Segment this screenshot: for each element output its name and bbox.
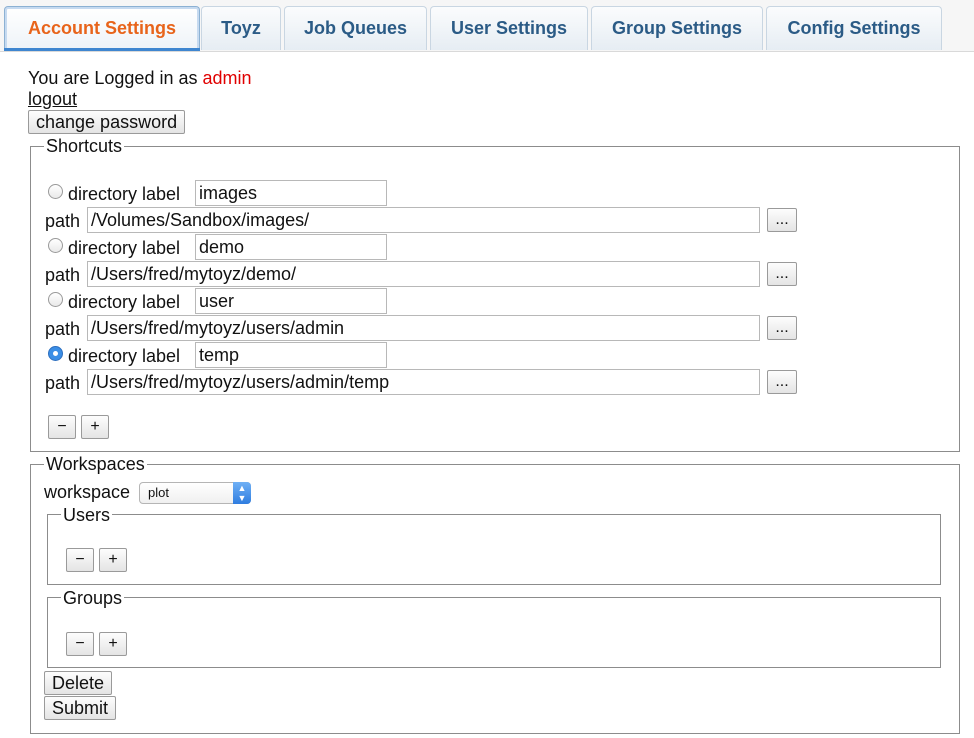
tab-account-settings[interactable]: Account Settings bbox=[4, 6, 200, 50]
logged-in-line: You are Logged in as admin bbox=[28, 68, 252, 88]
groups-legend: Groups bbox=[61, 588, 125, 608]
change-password-button[interactable]: change password bbox=[28, 110, 186, 134]
select-arrows-icon: ▲ ▼ bbox=[233, 482, 251, 504]
remove-user-button[interactable]: − bbox=[66, 548, 94, 572]
logout-link[interactable]: logout bbox=[28, 89, 77, 109]
tab-job-queues[interactable]: Job Queues bbox=[284, 6, 427, 50]
tab-bar: Account Settings Toyz Job Queues User Se… bbox=[0, 0, 974, 52]
remove-shortcut-button[interactable]: − bbox=[48, 415, 76, 439]
browse-button[interactable]: ... bbox=[767, 370, 797, 394]
shortcut-radio-images[interactable] bbox=[48, 184, 63, 199]
tab-toyz[interactable]: Toyz bbox=[201, 6, 281, 50]
add-group-button[interactable]: + bbox=[99, 632, 127, 656]
logged-in-prefix: You are Logged in as bbox=[28, 68, 198, 88]
shortcut-label-input[interactable]: user bbox=[195, 288, 387, 314]
path-label-text: path bbox=[45, 319, 81, 339]
directory-label-text: directory label bbox=[68, 346, 181, 366]
users-fieldset bbox=[47, 514, 941, 585]
add-shortcut-button[interactable]: + bbox=[81, 415, 109, 439]
shortcut-label-input[interactable]: images bbox=[195, 180, 387, 206]
directory-label-text: directory label bbox=[68, 292, 181, 312]
browse-button[interactable]: ... bbox=[767, 262, 797, 286]
browse-button[interactable]: ... bbox=[767, 208, 797, 232]
tab-user-settings[interactable]: User Settings bbox=[430, 6, 588, 50]
shortcut-radio-temp[interactable] bbox=[48, 346, 63, 361]
path-label-text: path bbox=[45, 373, 81, 393]
users-legend: Users bbox=[61, 505, 113, 525]
shortcut-path-input[interactable]: /Users/fred/mytoyz/users/admin/temp bbox=[87, 369, 760, 395]
username: admin bbox=[202, 68, 252, 88]
shortcut-radio-demo[interactable] bbox=[48, 238, 63, 253]
groups-fieldset bbox=[47, 597, 941, 668]
shortcut-path-input[interactable]: /Volumes/Sandbox/images/ bbox=[87, 207, 760, 233]
shortcut-path-input[interactable]: /Users/fred/mytoyz/demo/ bbox=[87, 261, 760, 287]
delete-button[interactable]: Delete bbox=[44, 671, 113, 695]
workspace-label: workspace bbox=[44, 482, 131, 502]
directory-label-text: directory label bbox=[68, 238, 181, 258]
workspaces-legend: Workspaces bbox=[44, 454, 147, 474]
add-user-button[interactable]: + bbox=[99, 548, 127, 572]
directory-label-text: directory label bbox=[68, 184, 181, 204]
shortcut-radio-user[interactable] bbox=[48, 292, 63, 307]
path-label-text: path bbox=[45, 211, 81, 231]
workspace-select[interactable]: plot ▲ ▼ bbox=[139, 482, 251, 504]
tab-config-settings[interactable]: Config Settings bbox=[766, 6, 942, 50]
remove-group-button[interactable]: − bbox=[66, 632, 94, 656]
submit-button[interactable]: Submit bbox=[44, 696, 117, 720]
tab-group-settings[interactable]: Group Settings bbox=[591, 6, 763, 50]
shortcuts-legend: Shortcuts bbox=[44, 136, 125, 156]
path-label-text: path bbox=[45, 265, 81, 285]
shortcut-path-input[interactable]: /Users/fred/mytoyz/users/admin bbox=[87, 315, 760, 341]
workspace-select-value: plot bbox=[148, 485, 169, 500]
shortcut-label-input[interactable]: demo bbox=[195, 234, 387, 260]
browse-button[interactable]: ... bbox=[767, 316, 797, 340]
active-tab-indicator bbox=[4, 48, 200, 51]
shortcut-label-input[interactable]: temp bbox=[195, 342, 387, 368]
